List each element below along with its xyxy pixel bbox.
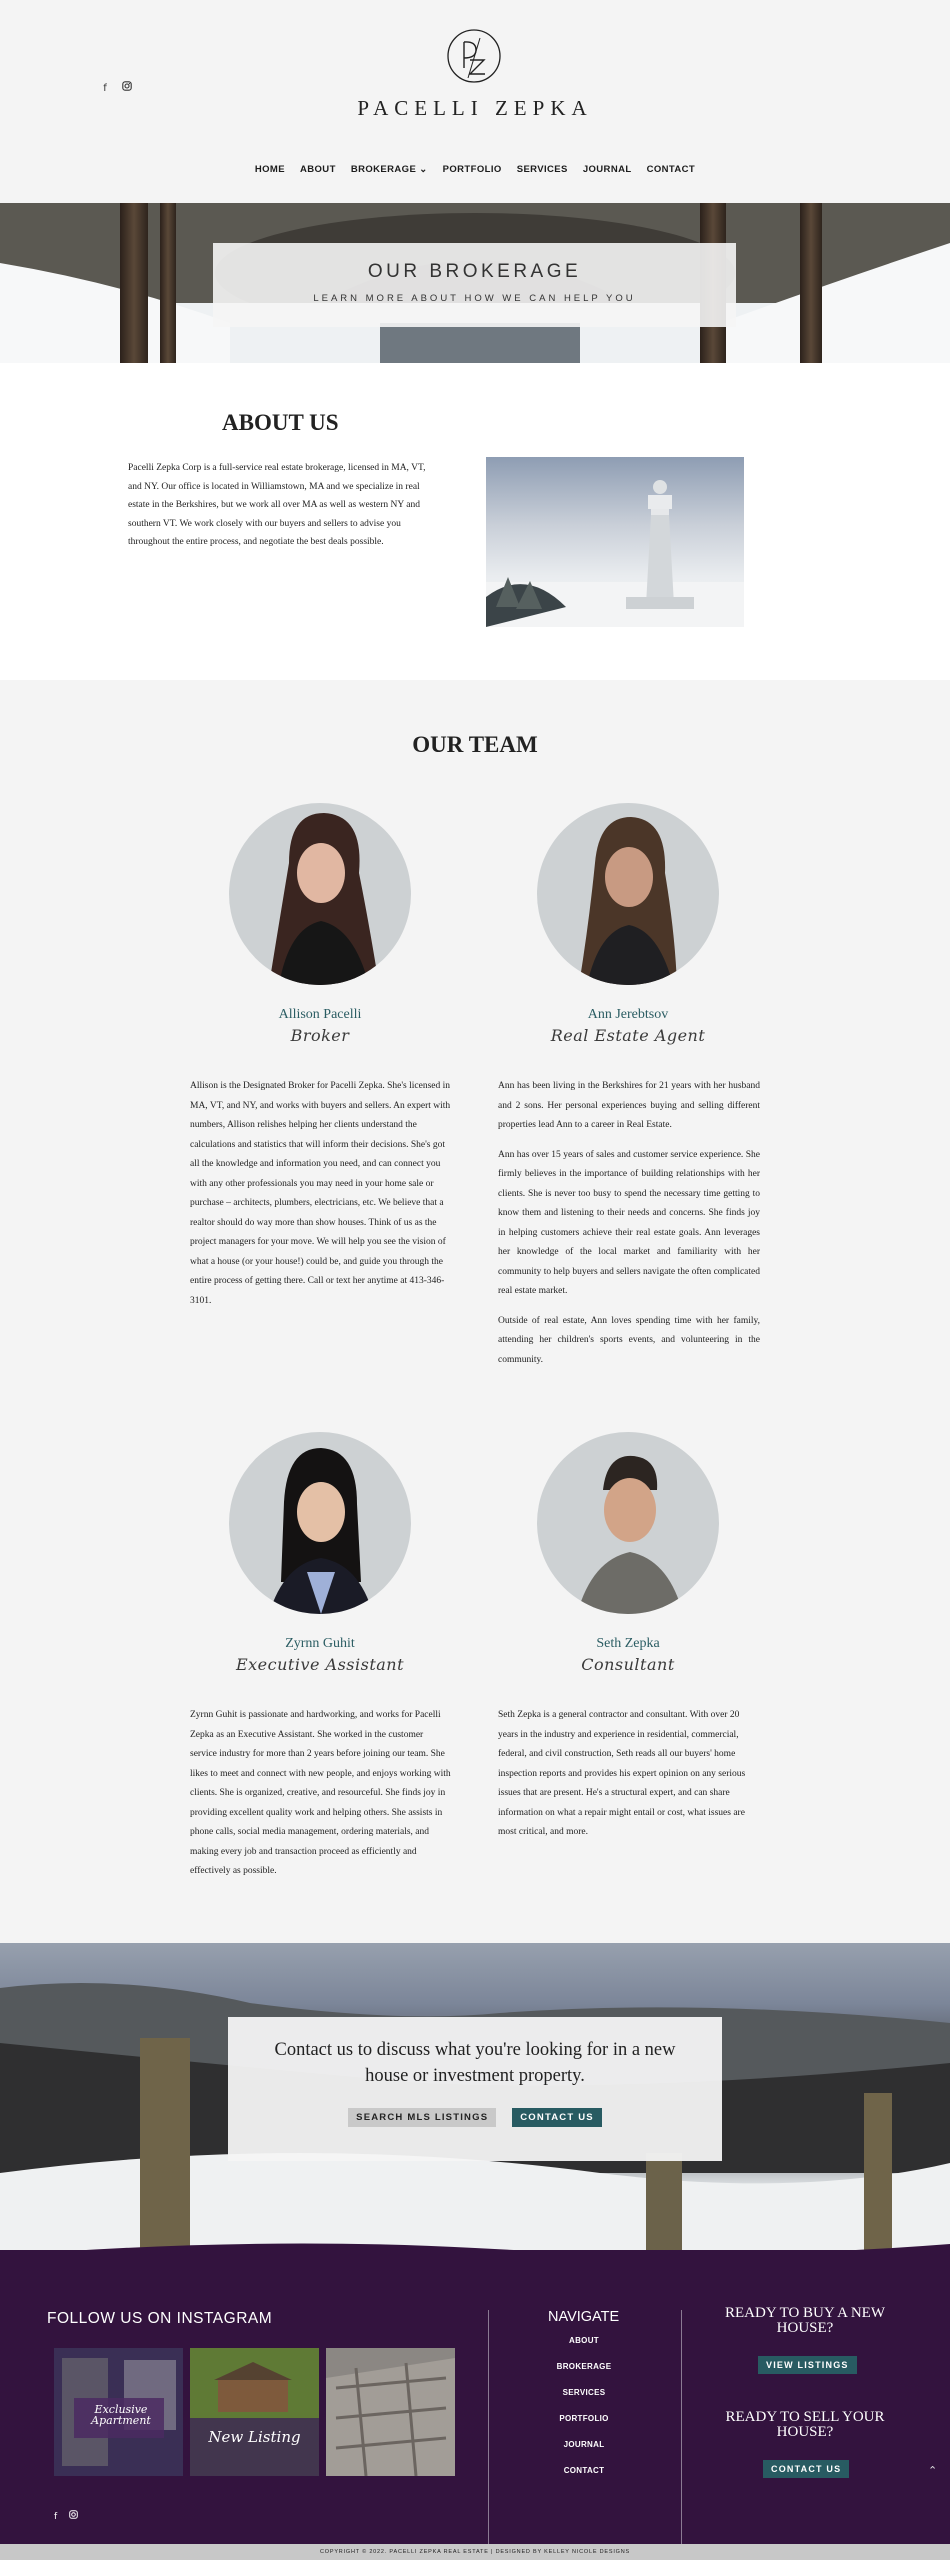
post-caption: New Listing <box>208 2428 301 2446</box>
member-bio: Ann has been living in the Berkshires fo… <box>498 1077 760 1380</box>
buy-title: READY TO BUY A NEW HOUSE? <box>724 2305 885 2336</box>
nav-services[interactable]: SERVICES <box>517 164 568 175</box>
footer-divider <box>488 2310 489 2550</box>
member-name: Allison Pacelli <box>278 1007 362 1022</box>
copyright-bar: COPYRIGHT © 2022. PACELLI ZEPKA REAL EST… <box>0 2544 950 2560</box>
header-social: f <box>98 78 142 96</box>
bio-paragraph: Outside of real estate, Ann loves spendi… <box>498 1315 760 1365</box>
instagram-icon[interactable] <box>69 2510 78 2522</box>
back-to-top-icon[interactable]: ⌃ <box>928 2464 937 2477</box>
avatar-seth <box>537 1432 719 1614</box>
footer-nav-about[interactable]: ABOUT <box>498 2336 670 2362</box>
hero-title: OUR BROKERAGE <box>367 261 582 282</box>
nav-home[interactable]: HOME <box>255 164 285 175</box>
instagram-post[interactable]: Exclusive Apartment <box>54 2348 183 2476</box>
about-text: Pacelli Zepka Corp is a full-service rea… <box>128 463 426 547</box>
view-listings-button[interactable]: VIEW LISTINGS <box>758 2356 857 2374</box>
member-role: Consultant <box>581 1655 675 1674</box>
member-name: Ann Jerebtsov <box>587 1007 669 1022</box>
avatar-zyrnn <box>229 1432 411 1614</box>
contact-box: Contact us to discuss what you're lookin… <box>228 2017 722 2161</box>
footer-nav-journal[interactable]: JOURNAL <box>498 2440 670 2466</box>
contact-text: Contact us to discuss what you're lookin… <box>274 2040 676 2086</box>
footer-nav-brokerage[interactable]: BROKERAGE <box>498 2362 670 2388</box>
about-title: ABOUT US <box>222 410 339 435</box>
tree-trunk <box>160 203 176 363</box>
instagram-title: FOLLOW US ON INSTAGRAM <box>47 2310 273 2327</box>
sell-title: READY TO SELL YOUR HOUSE? <box>725 2409 885 2440</box>
tree-trunk <box>800 203 822 363</box>
member-role: Real Estate Agent <box>550 1026 706 1045</box>
about-section: ABOUT US Pacelli Zepka Corp is a full-se… <box>0 363 950 680</box>
instagram-post[interactable] <box>326 2348 455 2476</box>
member-bio: Allison is the Designated Broker for Pac… <box>190 1077 452 1321</box>
avatar-ann <box>537 803 719 985</box>
avatar-allison <box>229 803 411 985</box>
footer-divider <box>681 2310 682 2550</box>
hero-banner: OUR BROKERAGE LEARN MORE ABOUT HOW WE CA… <box>0 203 950 363</box>
bio-paragraph: Ann has over 15 years of sales and custo… <box>498 1149 760 1297</box>
tree-trunk <box>120 203 148 363</box>
search-mls-button[interactable]: SEARCH MLS LISTINGS <box>348 2108 497 2127</box>
nav-brokerage[interactable]: BROKERAGE ⌄ <box>351 164 428 175</box>
member-role: Broker <box>290 1026 350 1045</box>
member-role: Executive Assistant <box>235 1655 405 1674</box>
brand-name[interactable]: PACELLI ZEPKA <box>0 96 950 121</box>
logo-monogram[interactable] <box>446 28 502 84</box>
instagram-post[interactable]: New Listing <box>190 2348 319 2476</box>
hero-title-box: OUR BROKERAGE LEARN MORE ABOUT HOW WE CA… <box>213 243 736 327</box>
monument-photo <box>486 457 744 627</box>
team-section: OUR TEAM Allison Pacelli Broker Allison … <box>0 680 950 1943</box>
contact-buttons: SEARCH MLS LISTINGS CONTACT US <box>228 2107 722 2127</box>
nav-journal[interactable]: JOURNAL <box>583 164 632 175</box>
footer-nav: ABOUT BROKERAGE SERVICES PORTFOLIO JOURN… <box>498 2336 670 2492</box>
member-name: Seth Zepka <box>596 1636 660 1651</box>
footer-nav-portfolio[interactable]: PORTFOLIO <box>498 2414 670 2440</box>
member-name: Zyrnn Guhit <box>285 1636 355 1651</box>
bio-paragraph: Ann has been living in the Berkshires fo… <box>498 1081 760 1130</box>
bio-paragraph: Seth Zepka is a general contractor and c… <box>498 1710 746 1837</box>
instagram-icon[interactable] <box>120 81 134 95</box>
footer-contact-button[interactable]: CONTACT US <box>763 2460 850 2478</box>
post-caption: Exclusive Apartment <box>91 2403 151 2427</box>
main-nav: HOME ABOUT BROKERAGE ⌄ PORTFOLIO SERVICE… <box>0 164 950 175</box>
footer-nav-contact[interactable]: CONTACT <box>498 2466 670 2492</box>
bio-paragraph: Allison is the Designated Broker for Pac… <box>190 1081 451 1306</box>
footer-social: f <box>54 2506 90 2524</box>
nav-portfolio[interactable]: PORTFOLIO <box>443 164 502 175</box>
navigate-title: NAVIGATE <box>548 2309 620 2325</box>
facebook-icon[interactable]: f <box>98 82 112 96</box>
contact-band: Contact us to discuss what you're lookin… <box>0 1943 950 2278</box>
facebook-icon[interactable]: f <box>54 2512 57 2522</box>
site-footer: FOLLOW US ON INSTAGRAM Exclusive Apartme… <box>0 2250 950 2550</box>
footer-nav-services[interactable]: SERVICES <box>498 2388 670 2414</box>
nav-contact[interactable]: CONTACT <box>647 164 696 175</box>
nav-about[interactable]: ABOUT <box>300 164 336 175</box>
member-bio: Seth Zepka is a general contractor and c… <box>498 1706 760 1853</box>
contact-us-button[interactable]: CONTACT US <box>512 2108 602 2127</box>
member-bio: Zyrnn Guhit is passionate and hardworkin… <box>190 1706 452 1892</box>
team-title: OUR TEAM <box>412 732 538 757</box>
bio-paragraph: Zyrnn Guhit is passionate and hardworkin… <box>190 1710 451 1876</box>
site-header: f PACELLI ZEPKA HOME ABOUT BROKERAGE ⌄ P… <box>0 0 950 203</box>
hero-subtitle: LEARN MORE ABOUT HOW WE CAN HELP YOU <box>313 293 636 304</box>
